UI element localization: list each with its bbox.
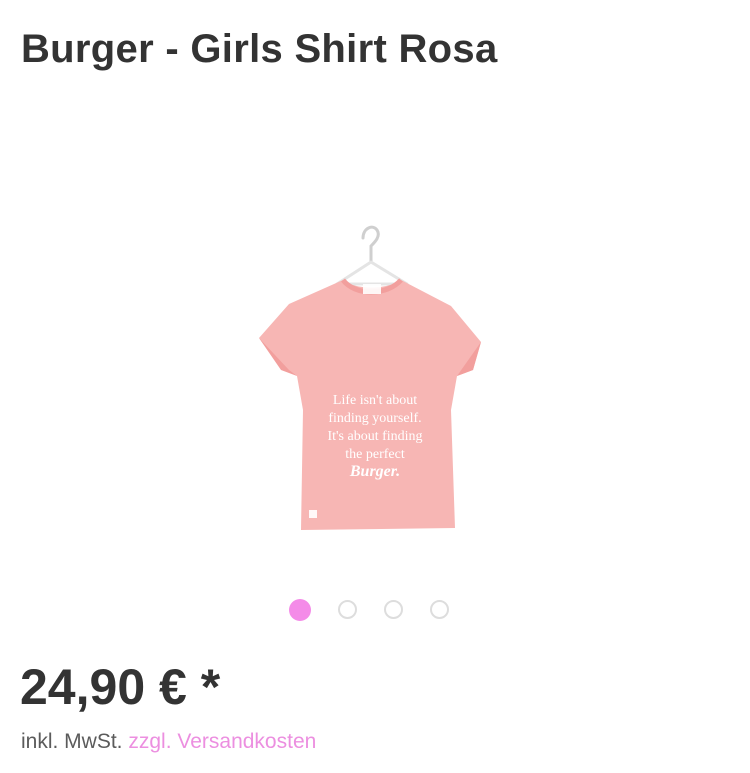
- product-price: 24,90 € *: [20, 659, 221, 715]
- product-image[interactable]: Life isn't about finding yourself. It's …: [245, 210, 505, 540]
- gallery-dot-3[interactable]: [384, 600, 403, 619]
- neck-label: [363, 284, 381, 294]
- gallery-pagination-dots: [289, 599, 449, 621]
- gallery-dot-1[interactable]: [289, 599, 311, 621]
- product-title: Burger - Girls Shirt Rosa: [21, 27, 498, 71]
- product-image-gallery[interactable]: Life isn't about finding yourself. It's …: [0, 160, 750, 580]
- shirt-text-line-4: the perfect: [345, 447, 405, 462]
- shirt-text-line-1: Life isn't about: [333, 393, 417, 408]
- hem-label: [309, 510, 317, 518]
- gallery-dot-4[interactable]: [430, 600, 449, 619]
- shipping-costs-link[interactable]: zzgl. Versandkosten: [128, 730, 316, 753]
- shirt-text-line-5: Burger.: [349, 463, 400, 480]
- gallery-dot-2[interactable]: [338, 600, 357, 619]
- shirt-text-line-3: It's about finding: [327, 429, 422, 444]
- shirt-text-line-2: finding yourself.: [328, 411, 421, 426]
- tax-shipping-info: inkl. MwSt. zzgl. Versandkosten: [21, 728, 316, 756]
- tax-info-text: inkl. MwSt.: [21, 730, 123, 753]
- hanger-icon: [335, 225, 409, 286]
